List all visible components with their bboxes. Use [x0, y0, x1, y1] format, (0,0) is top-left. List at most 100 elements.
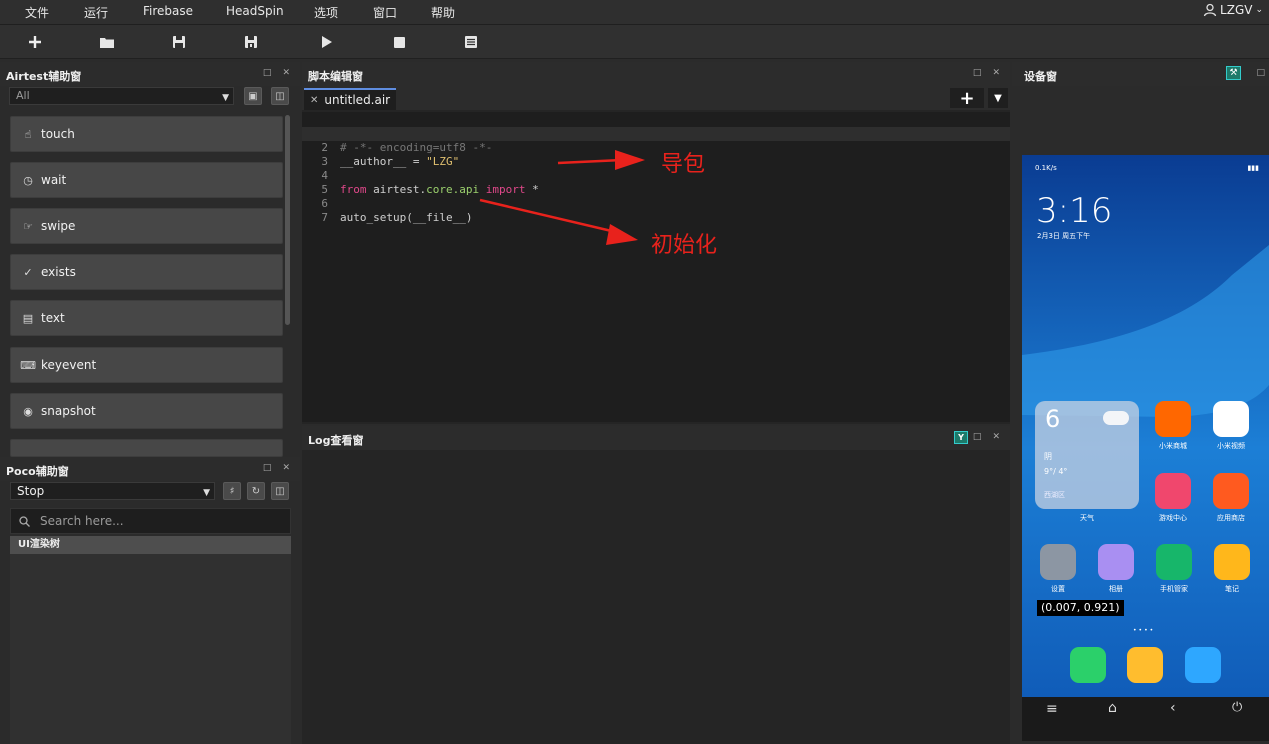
settings-icon[interactable]	[1040, 544, 1076, 580]
check-circle-icon: ✓	[23, 265, 33, 279]
menu-file[interactable]: 文件	[25, 4, 49, 21]
panel-window-buttons[interactable]: □ ✕	[263, 463, 294, 473]
messages-icon[interactable]	[1127, 647, 1163, 683]
menu-run[interactable]: 运行	[84, 4, 108, 21]
poco-mode-value: Stop	[17, 484, 45, 498]
panel-window-buttons[interactable]: □	[1256, 68, 1269, 78]
tab-menu-button[interactable]: ▼	[988, 88, 1008, 108]
refresh-button[interactable]: ↻	[247, 482, 265, 500]
notes-icon[interactable]	[1214, 544, 1250, 580]
keyevent-button[interactable]: ⌨ keyevent	[10, 347, 283, 383]
mi-video-icon[interactable]	[1213, 401, 1249, 437]
save-as-icon[interactable]	[241, 32, 261, 52]
security-icon[interactable]	[1156, 544, 1192, 580]
toolbar	[0, 25, 1269, 59]
weather-range: 9°/ 4°	[1044, 467, 1068, 476]
airtest-panel-header: Airtest辅助窗 □ ✕	[0, 62, 300, 86]
user-icon	[1203, 3, 1217, 17]
record-icon: ◫	[275, 485, 285, 497]
menu-options[interactable]: 选项	[314, 4, 338, 21]
poco-mode-select[interactable]: Stop ▼	[10, 482, 215, 500]
gallery-icon[interactable]	[1098, 544, 1134, 580]
keyboard-icon: ⌨	[20, 358, 36, 372]
weather-widget[interactable]: 6 阴 9°/ 4° 西湖区	[1035, 401, 1139, 509]
app-label: 设置	[1051, 585, 1065, 593]
poco-panel-title: Poco辅助窗	[6, 465, 69, 478]
search-icon	[19, 515, 30, 527]
ui-tree[interactable]	[10, 554, 291, 744]
search-input[interactable]: Search here...	[10, 508, 291, 534]
app-label: 小米视频	[1217, 442, 1245, 450]
snapshot-button[interactable]: ◉ snapshot	[10, 393, 283, 429]
text-button[interactable]: ▤ text	[10, 300, 283, 336]
editor-panel-title: 脚本编辑窗	[308, 70, 363, 83]
user-menu[interactable]: LZGV ⌄	[1203, 3, 1263, 17]
airtest-panel-title: Airtest辅助窗	[6, 70, 82, 83]
record-button[interactable]: ◫	[271, 87, 289, 105]
user-name: LZGV	[1220, 3, 1253, 17]
swipe-icon: ☞	[23, 219, 33, 233]
panel-window-buttons[interactable]: □ ✕	[973, 432, 1004, 442]
caret-down-icon: ▼	[994, 92, 1002, 104]
app-label: 应用商店	[1217, 514, 1245, 522]
mi-store-icon[interactable]	[1155, 401, 1191, 437]
menu-help[interactable]: 帮助	[431, 4, 455, 21]
report-icon[interactable]	[461, 32, 481, 52]
status-bar-speed: 0.1K/s	[1035, 164, 1057, 172]
plus-icon: +	[959, 87, 975, 109]
chevron-down-icon: ⌄	[1255, 5, 1263, 15]
save-icon[interactable]	[169, 32, 189, 52]
menu-icon[interactable]: ≡	[1046, 701, 1058, 717]
refresh-icon: ↻	[251, 485, 261, 497]
app-label: 笔记	[1225, 585, 1239, 593]
panel-window-buttons[interactable]: □ ✕	[263, 68, 294, 78]
device-screen[interactable]: 0.1K/s ▮▮▮ 3:16 2月3日 周五下午 6 阴 9°/ 4° 西湖区…	[1022, 155, 1269, 741]
page-indicator: ••••	[1133, 627, 1156, 634]
caret-down-icon: ▼	[203, 488, 210, 498]
stop-icon[interactable]	[389, 32, 409, 52]
add-image-icon: ▣	[248, 90, 258, 102]
battery-icon: ▮▮▮	[1247, 164, 1259, 172]
partial-button[interactable]	[10, 439, 283, 457]
game-center-icon[interactable]	[1155, 473, 1191, 509]
search-placeholder: Search here...	[40, 514, 124, 528]
run-icon[interactable]	[317, 32, 337, 52]
power-icon[interactable]: ⏻	[1232, 700, 1242, 715]
menu-window[interactable]: 窗口	[373, 4, 397, 21]
ui-tree-header[interactable]: UI渲染树	[10, 536, 291, 554]
keyevent-label: keyevent	[41, 358, 97, 372]
wait-button[interactable]: ◷ wait	[10, 162, 283, 198]
app-label: 游戏中心	[1159, 514, 1187, 522]
browser-icon[interactable]	[1185, 647, 1221, 683]
log-panel-header: Log查看窗 Y □ ✕	[302, 426, 1010, 450]
airtest-scrollbar[interactable]	[285, 115, 290, 325]
editor-panel-header: 脚本编辑窗 □ ✕	[302, 62, 1010, 86]
menu-firebase[interactable]: Firebase	[143, 4, 193, 18]
back-icon[interactable]: ‹	[1170, 700, 1176, 716]
airtest-filter-select[interactable]: All ▼	[9, 87, 234, 105]
menu-headspin[interactable]: HeadSpin	[226, 4, 284, 18]
record-icon: ◫	[275, 90, 285, 102]
coordinate-readout: (0.007, 0.921)	[1037, 600, 1124, 616]
phone-icon[interactable]	[1070, 647, 1106, 683]
exists-button[interactable]: ✓ exists	[10, 254, 283, 290]
caret-down-icon: ▼	[222, 93, 229, 103]
camera-icon: ◉	[23, 404, 33, 418]
app-label: 手机管家	[1160, 585, 1188, 593]
open-folder-icon[interactable]	[97, 32, 117, 52]
new-file-icon[interactable]	[25, 32, 45, 52]
filter-icon[interactable]: Y	[954, 431, 968, 444]
lock-button[interactable]: ♯	[223, 482, 241, 500]
app-store-icon[interactable]	[1213, 473, 1249, 509]
tools-icon[interactable]: ⚒	[1226, 66, 1241, 80]
touch-button[interactable]: ☝ touch	[10, 116, 283, 152]
wait-label: wait	[41, 173, 67, 187]
panel-window-buttons[interactable]: □ ✕	[973, 68, 1004, 78]
device-panel-title: 设备窗	[1024, 70, 1057, 83]
swipe-button[interactable]: ☞ swipe	[10, 208, 283, 244]
new-tab-button[interactable]: +	[950, 87, 984, 109]
device-panel-header: 设备窗 ⚒ □	[1012, 62, 1269, 86]
poco-record-button[interactable]: ◫	[271, 482, 289, 500]
add-image-button[interactable]: ▣	[244, 87, 262, 105]
home-icon[interactable]: ⌂	[1108, 700, 1117, 716]
